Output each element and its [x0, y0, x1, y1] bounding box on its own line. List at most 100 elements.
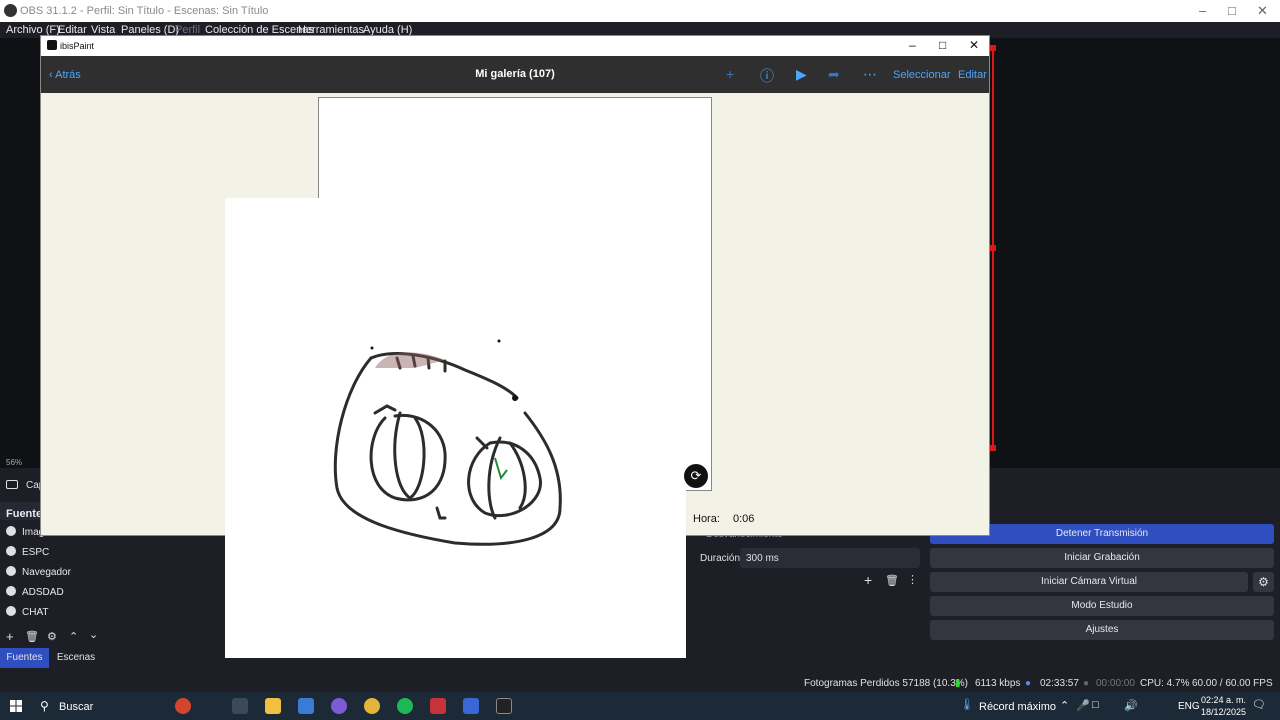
- clock-time[interactable]: 02:24 a. m.: [1201, 695, 1246, 705]
- microphone-icon[interactable]: 🎤: [1076, 699, 1090, 712]
- settings-button[interactable]: Ajustes: [930, 620, 1274, 640]
- duration-field[interactable]: 300 ms: [740, 548, 920, 568]
- ibispaint-window-title: ibisPaint: [60, 41, 95, 51]
- zoom-label: 56%: [6, 458, 23, 467]
- obs-window-title: OBS 31.1.2 - Perfil: Sin Título - Escena…: [20, 5, 269, 17]
- trash-icon[interactable]: 🗑: [25, 630, 39, 643]
- clock-date[interactable]: 18/12/2025: [1201, 707, 1246, 717]
- chevron-up-icon[interactable]: ⌃: [1060, 699, 1069, 712]
- tab-label: Escenas: [56, 652, 96, 663]
- share-icon[interactable]: ➦: [828, 66, 840, 83]
- copilot-icon[interactable]: [331, 698, 347, 714]
- more-icon[interactable]: ⋯: [863, 66, 877, 83]
- spotify-icon[interactable]: [397, 698, 413, 714]
- button-label: Iniciar Cámara Virtual: [1041, 576, 1137, 587]
- ibispaint-titlebar: ibisPaint – □ ✕: [41, 36, 989, 56]
- obs-titlebar: OBS 31.1.2 - Perfil: Sin Título - Escena…: [0, 0, 1280, 22]
- info-icon[interactable]: ⓘ: [760, 66, 774, 86]
- duration-label: Duración: [700, 553, 741, 564]
- app-icon[interactable]: [430, 698, 446, 714]
- start-virtual-camera-button[interactable]: Iniciar Cámara Virtual: [930, 572, 1248, 592]
- drawing-canvas[interactable]: [225, 198, 686, 658]
- add-transition-icon[interactable]: +: [864, 572, 872, 588]
- chevron-down-icon[interactable]: ⌄: [89, 628, 98, 641]
- notifications-icon[interactable]: 🗨: [1252, 698, 1266, 711]
- image-icon: [6, 526, 16, 536]
- studio-mode-button[interactable]: Modo Estudio: [930, 596, 1274, 616]
- gallery-title: Mi galería (107): [475, 68, 555, 80]
- bitrate: 6113 kbps: [975, 678, 1021, 689]
- tab-fuentes[interactable]: Fuentes: [0, 648, 49, 668]
- network-icon[interactable]: □: [1092, 699, 1099, 711]
- resize-handle[interactable]: [990, 245, 996, 251]
- play-icon[interactable]: ▶: [796, 66, 807, 83]
- add-icon[interactable]: +: [726, 66, 734, 82]
- windows-start-icon[interactable]: [10, 700, 22, 712]
- time-label: Hora:: [693, 513, 720, 525]
- task-view-icon[interactable]: [232, 698, 248, 714]
- taskbar-search[interactable]: Buscar: [59, 701, 93, 713]
- recording-time: Hora: 0:06: [693, 513, 754, 525]
- record-icon: ●: [1083, 678, 1090, 689]
- ibispaint-taskbar-icon[interactable]: [496, 698, 512, 714]
- thermometer-icon[interactable]: 🌡: [960, 698, 974, 711]
- volume-icon[interactable]: 🔊: [1124, 699, 1138, 712]
- start-recording-button[interactable]: Iniciar Grabación: [930, 548, 1274, 568]
- chrome-icon[interactable]: [364, 698, 380, 714]
- gallery-toolbar: ‹ Atrás Mi galería (107) + ⓘ ▶ ➦ ⋯ Selec…: [41, 56, 989, 93]
- source-item[interactable]: ADSDAD: [6, 586, 64, 598]
- button-label: Modo Estudio: [1071, 600, 1133, 611]
- cpu-usage: CPU: 4.7%: [1140, 678, 1190, 689]
- more-options-icon[interactable]: ⋮: [907, 573, 918, 586]
- source-item[interactable]: Navegador: [6, 566, 71, 578]
- app-icon[interactable]: [463, 698, 479, 714]
- ibispaint-logo-icon: [47, 40, 57, 50]
- source-label: Navegador: [22, 567, 71, 578]
- windows-taskbar: ⚲ Buscar 🌡 Récord máximo ⌃ 🎤 □ 🔊 ENG 02:…: [0, 692, 1280, 720]
- globe-icon: [6, 606, 16, 616]
- minimize-icon[interactable]: –: [1199, 3, 1206, 18]
- duration-value: 300 ms: [746, 553, 779, 564]
- add-source-icon[interactable]: +: [6, 629, 14, 644]
- weather-text[interactable]: Récord máximo: [979, 701, 1056, 713]
- signal-icon: ▮: [955, 678, 961, 689]
- resize-handle[interactable]: [990, 45, 996, 51]
- source-label: CHAT: [22, 607, 49, 618]
- edit-button[interactable]: Editar: [958, 69, 987, 81]
- language-indicator[interactable]: ENG: [1178, 701, 1200, 712]
- store-icon[interactable]: [298, 698, 314, 714]
- trash-icon[interactable]: 🗑: [885, 574, 899, 587]
- tab-escenas[interactable]: Escenas: [52, 648, 100, 668]
- chevron-up-icon[interactable]: ⌃: [69, 630, 78, 643]
- resize-handle[interactable]: [990, 445, 996, 451]
- source-label: ADSDAD: [22, 587, 64, 598]
- doodle-drawing: [333, 339, 562, 546]
- stream-icon: ●: [1025, 678, 1032, 689]
- maximize-icon[interactable]: □: [939, 38, 946, 52]
- file-explorer-icon[interactable]: [265, 698, 281, 714]
- sync-icon[interactable]: ⟳: [684, 464, 708, 488]
- globe-icon: [6, 566, 16, 576]
- dropped-frames: Fotogramas Perdidos 57188 (10.3%): [804, 678, 968, 689]
- close-icon[interactable]: ✕: [969, 38, 979, 52]
- maximize-icon[interactable]: □: [1228, 3, 1236, 18]
- capture-icon: [6, 480, 18, 489]
- search-icon[interactable]: ⚲: [40, 699, 49, 713]
- minimize-icon[interactable]: –: [909, 38, 916, 52]
- close-icon[interactable]: ✕: [1257, 3, 1268, 19]
- button-label: Iniciar Grabación: [1064, 552, 1140, 563]
- globe-icon: [6, 546, 16, 556]
- holiday-widget-icon[interactable]: [175, 698, 191, 714]
- button-label: Ajustes: [1085, 624, 1119, 635]
- gear-icon[interactable]: ⚙: [47, 630, 57, 643]
- stream-time: 02:33:57: [1040, 678, 1079, 689]
- obs-statusbar: Fotogramas Perdidos 57188 (10.3%) ▮ 6113…: [0, 674, 1280, 692]
- source-item[interactable]: ESPC: [6, 546, 49, 558]
- virtual-camera-settings-icon[interactable]: ⚙: [1253, 572, 1274, 592]
- time-value: 0:06: [732, 513, 755, 525]
- tab-label: Fuentes: [6, 652, 43, 663]
- source-item[interactable]: CHAT: [6, 606, 48, 618]
- source-item[interactable]: Imag: [6, 526, 44, 538]
- record-time: 00:00:00: [1096, 678, 1135, 689]
- select-button[interactable]: Seleccionar: [893, 69, 950, 81]
